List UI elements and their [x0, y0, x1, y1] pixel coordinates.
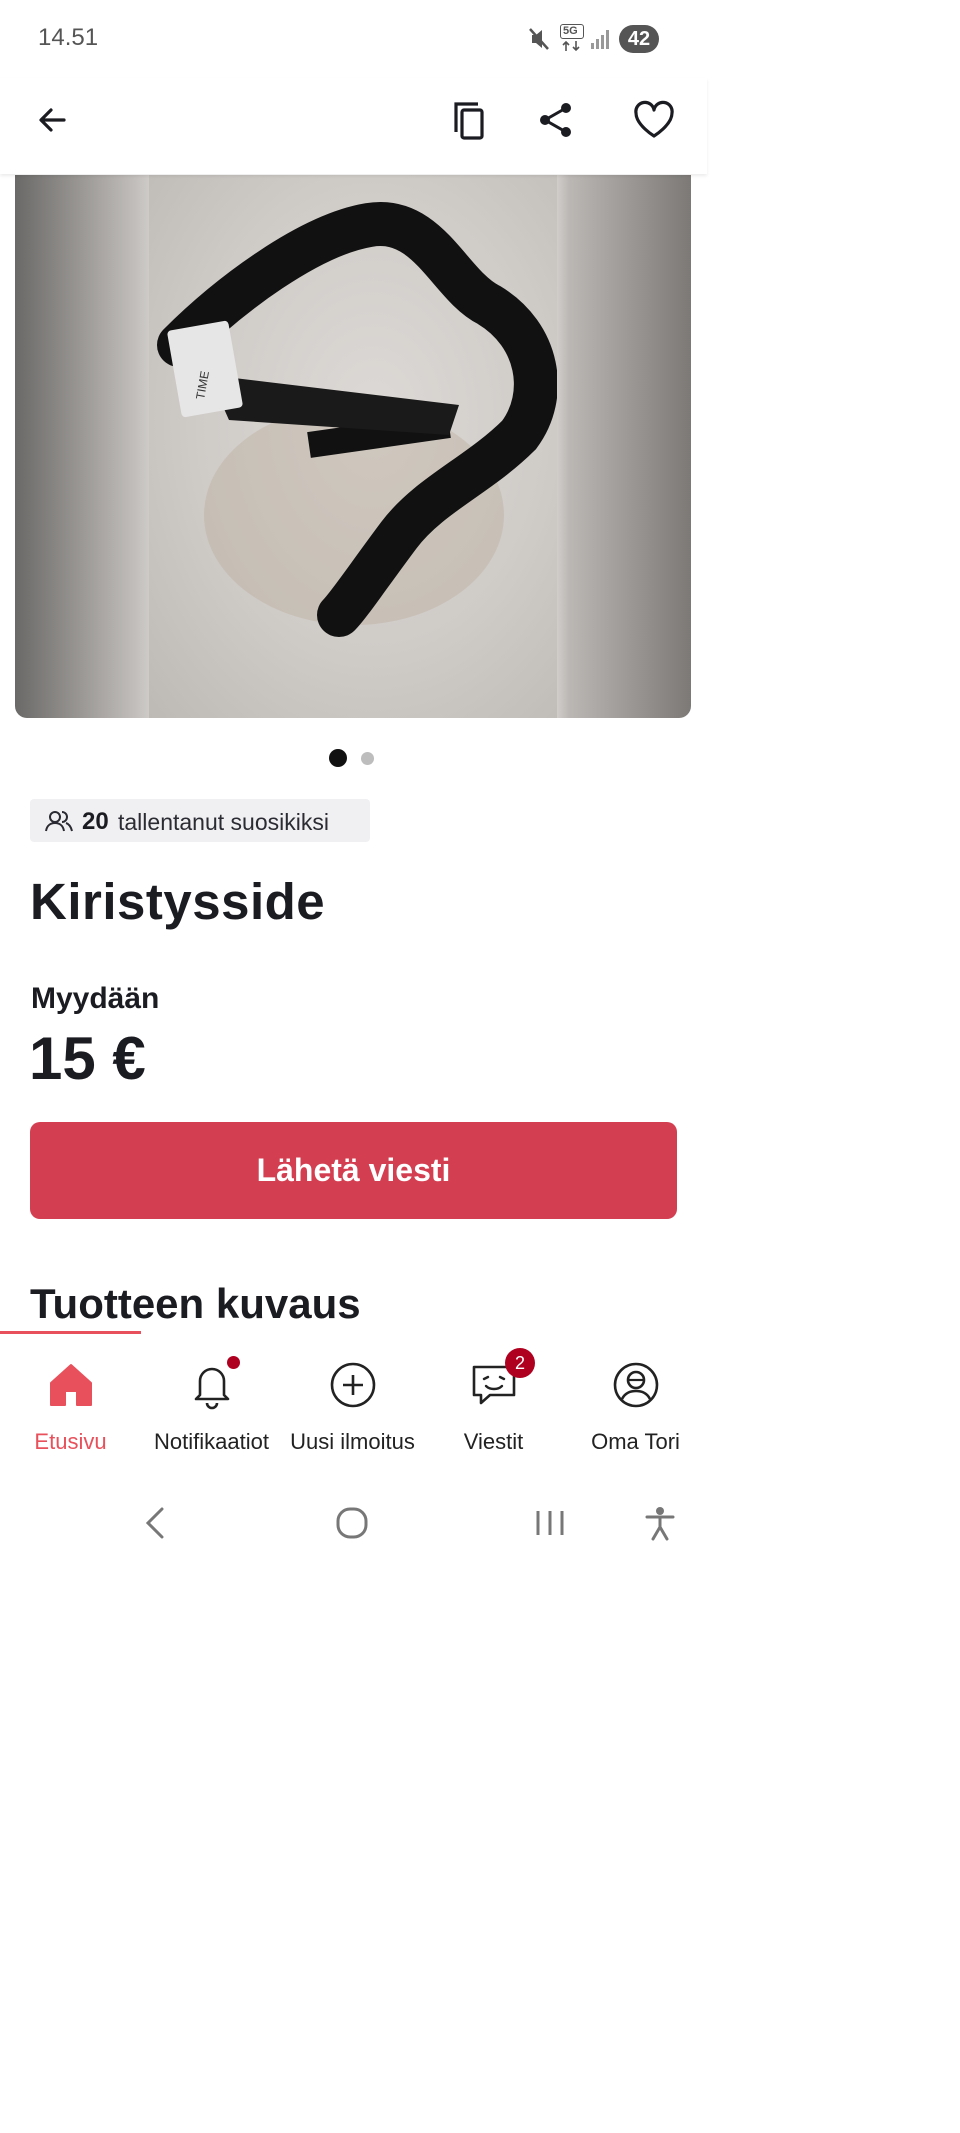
- favorites-count: 20: [82, 808, 109, 835]
- copy-link-button[interactable]: [440, 92, 496, 148]
- listing-title: Kiristysside: [30, 873, 326, 930]
- status-bar: 14.51 5G 42: [0, 0, 707, 78]
- listing-image-gallery[interactable]: TIME: [15, 175, 691, 718]
- listing-price: 15 €: [29, 1025, 146, 1092]
- share-button[interactable]: [528, 92, 584, 148]
- favorites-label: tallentanut suosikiksi: [118, 809, 329, 835]
- nav-item-uusi-ilmoitus[interactable]: Uusi ilmoitus: [282, 1335, 423, 1475]
- status-time: 14.51: [38, 24, 99, 51]
- heart-icon: [634, 100, 674, 138]
- app-bar: [0, 78, 707, 174]
- network-5g-icon: 5G: [560, 24, 584, 54]
- mute-icon: [529, 28, 549, 50]
- back-chevron-icon[interactable]: [140, 1503, 170, 1543]
- description-heading: Tuotteen kuvaus: [30, 1280, 361, 1327]
- nav-label-uusi-ilmoitus: Uusi ilmoitus: [290, 1429, 415, 1454]
- carousel-dot[interactable]: [361, 752, 374, 765]
- network-5g-label: 5G: [560, 24, 584, 39]
- profile-icon: [613, 1362, 658, 1408]
- signal-icon: [591, 30, 609, 49]
- share-icon: [540, 103, 571, 137]
- messages-badge: 2: [505, 1348, 535, 1378]
- nav-label-notifikaatiot: Notifikaatiot: [154, 1429, 269, 1454]
- nav-label-oma-tori: Oma Tori: [591, 1429, 680, 1454]
- trade-type: Myydään: [31, 982, 160, 1015]
- plus-circle-icon: [330, 1362, 375, 1408]
- battery-icon: 42: [619, 25, 659, 53]
- home-circle-icon[interactable]: [334, 1503, 370, 1543]
- nav-item-oma-tori[interactable]: Oma Tori: [564, 1335, 707, 1475]
- nav-label-etusivu: Etusivu: [34, 1429, 107, 1454]
- send-message-button[interactable]: Lähetä viesti: [30, 1122, 677, 1219]
- notification-dot: [227, 1356, 240, 1369]
- favorite-button[interactable]: [626, 92, 682, 148]
- back-arrow-icon: [39, 108, 66, 132]
- tourniquet-image: TIME: [157, 202, 558, 637]
- carousel-indicator: [0, 749, 707, 769]
- people-icon: [45, 811, 73, 832]
- carousel-dot-active[interactable]: [329, 749, 347, 767]
- back-button[interactable]: [24, 92, 80, 148]
- bottom-navigation: Etusivu Notifikaatiot Uusi ilmoitus 2 Vi…: [0, 1335, 707, 1475]
- active-nav-indicator: [0, 1331, 141, 1334]
- system-navigation-bar: [0, 1475, 707, 1568]
- home-icon: [49, 1364, 92, 1406]
- listing-photo[interactable]: TIME: [149, 175, 558, 718]
- nav-item-notifikaatiot[interactable]: Notifikaatiot: [141, 1335, 282, 1475]
- nav-label-viestit: Viestit: [463, 1429, 524, 1454]
- favorites-count-chip: 20 tallentanut suosikiksi: [30, 799, 370, 842]
- copy-icon: [454, 102, 484, 140]
- nav-item-etusivu[interactable]: Etusivu: [0, 1335, 141, 1475]
- nav-item-viestit[interactable]: 2 Viestit: [423, 1335, 564, 1475]
- recents-icon[interactable]: [532, 1503, 568, 1543]
- accessibility-icon[interactable]: [642, 1503, 678, 1543]
